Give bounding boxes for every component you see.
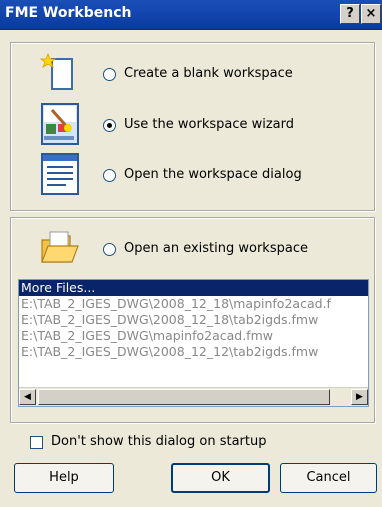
horizontal-scrollbar[interactable]: ◀ ▶ (19, 387, 368, 406)
option-workspace-dialog[interactable]: Open the workspace dialog (0, 152, 360, 196)
startup-checkbox[interactable] (30, 436, 43, 449)
wizard-icon (41, 103, 79, 145)
ok-button[interactable]: OK (171, 463, 270, 493)
help-button[interactable]: Help (14, 463, 114, 493)
title-bar[interactable]: FME Workbench ? × (0, 0, 382, 30)
cancel-button[interactable]: Cancel (280, 463, 377, 493)
scrollbar-thumb[interactable] (38, 389, 330, 405)
option-open-existing-label: Open an existing workspace (124, 241, 308, 256)
option-open-existing[interactable]: Open an existing workspace (0, 228, 360, 272)
list-item[interactable]: E:\TAB_2_IGES_DWG\2008_12_18\tab2igds.fm… (19, 312, 368, 328)
option-create-blank-label: Create a blank workspace (124, 66, 293, 81)
option-workspace-dialog-label: Open the workspace dialog (124, 167, 302, 182)
scroll-right-icon[interactable]: ▶ (351, 389, 368, 405)
help-title-button[interactable]: ? (340, 4, 360, 24)
radio-create-blank[interactable] (103, 68, 116, 81)
window-title: FME Workbench (5, 5, 132, 21)
blank-document-icon (39, 52, 73, 90)
radio-open-existing[interactable] (103, 243, 116, 256)
option-create-blank[interactable]: Create a blank workspace (0, 51, 360, 95)
list-item-more-files[interactable]: More Files... (19, 280, 368, 296)
radio-workspace-dialog[interactable] (103, 169, 116, 182)
radio-wizard[interactable] (103, 119, 116, 132)
workspace-dialog-icon (41, 153, 79, 195)
list-item[interactable]: E:\TAB_2_IGES_DWG\mapinfo2acad.fmw (19, 328, 368, 344)
option-wizard[interactable]: Use the workspace wizard (0, 102, 360, 146)
option-wizard-label: Use the workspace wizard (124, 117, 295, 132)
scroll-left-icon[interactable]: ◀ (19, 389, 36, 405)
close-button[interactable]: × (361, 4, 381, 24)
open-folder-icon (41, 231, 79, 263)
recent-files-list[interactable]: More Files... E:\TAB_2_IGES_DWG\2008_12_… (18, 279, 369, 407)
list-item[interactable]: E:\TAB_2_IGES_DWG\2008_12_18\mapinfo2aca… (19, 296, 368, 312)
list-item[interactable]: E:\TAB_2_IGES_DWG\2008_12_12\tab2igds.fm… (19, 344, 368, 360)
startup-checkbox-label: Don't show this dialog on startup (51, 434, 267, 449)
